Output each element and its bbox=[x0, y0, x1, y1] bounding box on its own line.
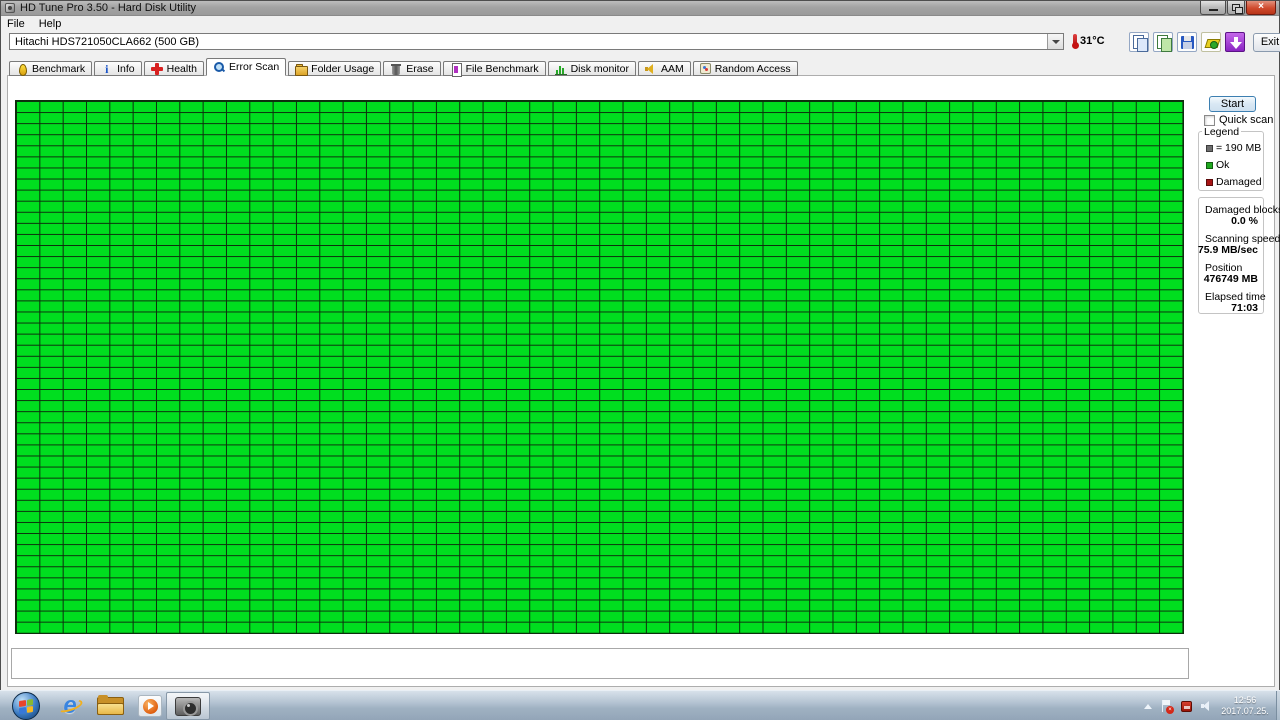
legend-damaged: Damaged bbox=[1206, 176, 1262, 188]
menu-file[interactable]: File bbox=[7, 18, 25, 30]
drive-select-value: Hitachi HDS721050CLA662 (500 GB) bbox=[15, 35, 200, 48]
benchmark-icon bbox=[16, 63, 28, 76]
tab-error-scan[interactable]: Error Scan bbox=[205, 58, 287, 76]
file-benchmark-icon bbox=[450, 62, 462, 77]
show-hidden-icons-arrow[interactable] bbox=[1144, 703, 1152, 709]
start-button[interactable]: Start bbox=[1209, 96, 1256, 112]
taskbar-media-player[interactable] bbox=[132, 692, 168, 720]
action-center-flag-icon[interactable]: × bbox=[1161, 699, 1174, 714]
tab-bar: Benchmark Info Health Error Scan Folder … bbox=[9, 58, 798, 77]
color-fill-icon[interactable] bbox=[1201, 32, 1221, 52]
tab-info[interactable]: Info bbox=[94, 61, 142, 77]
legend-block-size: = 190 MB bbox=[1206, 142, 1261, 154]
windows-logo-icon bbox=[12, 692, 40, 720]
tab-file-benchmark[interactable]: File Benchmark bbox=[442, 61, 546, 77]
tab-health[interactable]: Health bbox=[143, 61, 204, 76]
minimize-button[interactable] bbox=[1200, 1, 1226, 15]
temperature-value: 31°C bbox=[1080, 35, 1105, 47]
taskbar-file-explorer[interactable] bbox=[92, 692, 128, 720]
hdtune-window: HD Tune Pro 3.50 - Hard Disk Utility × F… bbox=[0, 0, 1280, 690]
clock-time: 12:56 bbox=[1233, 695, 1257, 705]
scan-log-box bbox=[11, 648, 1189, 679]
block-size-swatch bbox=[1206, 144, 1213, 152]
menubar: File Help bbox=[1, 17, 1279, 30]
hard-disk-icon bbox=[175, 696, 201, 716]
start-button-orb[interactable] bbox=[8, 692, 44, 720]
stats-box: Damaged blocks 0.0 % Scanning speed 75.9… bbox=[1197, 197, 1280, 314]
chevron-down-icon[interactable] bbox=[1047, 34, 1063, 49]
error-scan-icon bbox=[213, 61, 225, 73]
save-icon[interactable] bbox=[1177, 32, 1197, 52]
quick-scan-checkbox[interactable] bbox=[1204, 114, 1215, 126]
show-desktop-button[interactable] bbox=[1276, 691, 1280, 720]
damaged-blocks-value: 0.0 % bbox=[1231, 215, 1258, 227]
ok-swatch bbox=[1206, 161, 1213, 169]
scanning-speed-value: 75.9 MB/sec bbox=[1197, 244, 1258, 256]
position-value: 476749 MB bbox=[1203, 273, 1258, 285]
media-player-icon bbox=[138, 695, 162, 717]
damaged-swatch bbox=[1206, 178, 1213, 186]
exit-button[interactable]: Exit bbox=[1253, 32, 1280, 52]
screen: HD Tune Pro 3.50 - Hard Disk Utility × F… bbox=[0, 0, 1280, 720]
app-icon bbox=[5, 3, 15, 13]
tab-folder-usage[interactable]: Folder Usage bbox=[288, 61, 382, 76]
speaker-icon bbox=[644, 63, 657, 75]
elapsed-time-value: 71:03 bbox=[1231, 302, 1258, 314]
taskbar-clock[interactable]: 12:56 2017.07.25. bbox=[1216, 691, 1274, 720]
scan-grid bbox=[15, 100, 1184, 634]
hdtune-tray-icon[interactable] bbox=[1181, 700, 1192, 712]
folder-icon-taskbar bbox=[96, 695, 124, 715]
drive-temperature: 31°C bbox=[1071, 34, 1105, 49]
close-button[interactable]: × bbox=[1246, 1, 1276, 15]
taskbar-internet-explorer[interactable]: e bbox=[52, 692, 88, 720]
random-access-icon bbox=[699, 63, 711, 74]
restore-button[interactable] bbox=[1227, 1, 1245, 15]
tab-erase[interactable]: Erase bbox=[383, 61, 441, 76]
quick-scan-option[interactable]: Quick scan bbox=[1204, 114, 1273, 126]
info-icon bbox=[101, 62, 113, 77]
legend-box: Legend = 190 MB Ok Damaged bbox=[1198, 126, 1264, 191]
window-title: HD Tune Pro 3.50 - Hard Disk Utility bbox=[20, 2, 197, 14]
tab-random-access[interactable]: Random Access bbox=[692, 61, 798, 76]
drive-select[interactable]: Hitachi HDS721050CLA662 (500 GB) bbox=[9, 33, 1064, 50]
clock-date: 2017.07.25. bbox=[1221, 706, 1269, 716]
menu-help[interactable]: Help bbox=[39, 18, 62, 30]
volume-icon[interactable] bbox=[1201, 700, 1214, 712]
tab-aam[interactable]: AAM bbox=[637, 61, 691, 76]
quick-scan-label: Quick scan bbox=[1219, 114, 1274, 126]
taskbar: e × 12:56 2017.07.25. bbox=[0, 690, 1280, 720]
tab-benchmark[interactable]: Benchmark bbox=[9, 61, 93, 76]
folder-icon bbox=[295, 63, 309, 76]
copy-image-icon[interactable] bbox=[1153, 32, 1173, 52]
window-controls: × bbox=[1200, 1, 1276, 15]
disk-monitor-icon bbox=[554, 62, 567, 75]
legend-title: Legend bbox=[1202, 126, 1242, 138]
toolbar-buttons: Exit bbox=[1129, 32, 1280, 52]
titlebar: HD Tune Pro 3.50 - Hard Disk Utility × bbox=[1, 1, 1279, 16]
system-tray: × bbox=[1144, 691, 1214, 720]
taskbar-hdtune-active[interactable] bbox=[166, 692, 210, 720]
legend-ok: Ok bbox=[1206, 159, 1229, 171]
tab-disk-monitor[interactable]: Disk monitor bbox=[547, 61, 636, 76]
erase-icon bbox=[390, 63, 402, 75]
copy-text-icon[interactable] bbox=[1129, 32, 1149, 52]
health-icon bbox=[150, 62, 163, 75]
download-icon[interactable] bbox=[1225, 32, 1245, 52]
thermometer-icon bbox=[1071, 34, 1079, 49]
